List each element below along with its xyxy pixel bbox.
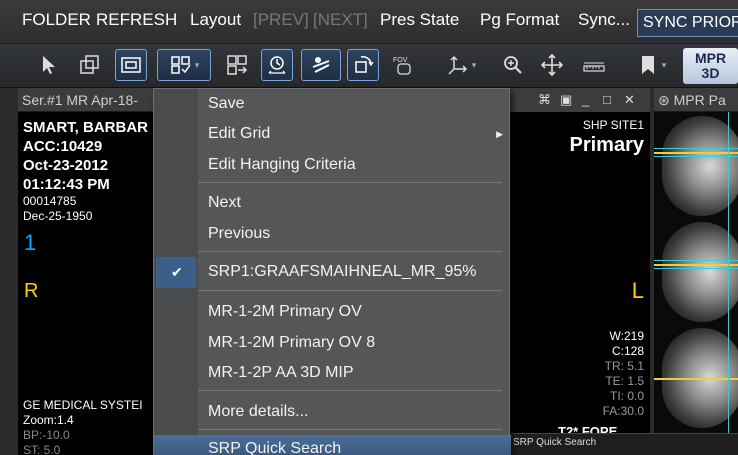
cine-icon[interactable] — [261, 49, 293, 81]
submenu-arrow-icon: ▶ — [496, 129, 503, 139]
check-icon: ✔ — [171, 264, 183, 280]
viewport-right-title: ⊛ MPR Pa — [654, 88, 738, 112]
reference-line[interactable] — [654, 378, 738, 380]
menu-item-next[interactable]: Next — [154, 189, 511, 219]
patient-dob: Dec-25-1950 — [23, 209, 93, 223]
orientation-marker-right: R — [24, 280, 39, 302]
ti-value: TI: 0.0 — [609, 389, 644, 403]
fov-label: FOV — [393, 57, 408, 64]
patient-name: SMART, BARBAR — [23, 119, 148, 136]
menu-item-more-details[interactable]: More details... — [154, 398, 511, 428]
menu-separator — [198, 429, 502, 430]
viewport-left-title: Ser.#1 MR Apr-18- — [18, 88, 158, 112]
menu-refresh[interactable]: REFRESH — [96, 10, 177, 30]
scan-parameters: W:219 C:128 TR: 5.1 TE: 1.5 TI: 0.0 FA:3… — [603, 329, 644, 419]
menu-separator — [198, 390, 502, 391]
ruler-icon[interactable] — [578, 49, 610, 81]
menu-pres-state[interactable]: Pres State — [380, 10, 459, 30]
sync-icon[interactable]: ⌘ — [538, 92, 551, 108]
3d-label: 3D — [701, 65, 720, 81]
axis-icon[interactable]: ▾ — [437, 49, 485, 81]
tr-value: TR: 5.1 — [604, 359, 644, 373]
te-value: TE: 1.5 — [605, 374, 644, 388]
mpr-viewport-icon: ⊛ — [658, 92, 670, 108]
primary-label: Primary — [569, 134, 645, 156]
minimize-icon[interactable]: _ — [582, 92, 589, 107]
mpr-image-sagittal — [662, 116, 738, 216]
menu-separator — [198, 290, 502, 291]
st-value: ST: 5.0 — [23, 443, 61, 455]
menu-item-srp1[interactable]: ✔ SRP1:GRAAFSMAIHNEAL_MR_95% — [154, 258, 511, 288]
sync-prior-button[interactable]: SYNC PRIOR — [637, 9, 738, 37]
crosshair-vertical-line[interactable] — [728, 112, 729, 455]
menu-item-save[interactable]: Save — [154, 90, 511, 120]
mpr-viewport-title: MPR Pa — [673, 92, 726, 108]
menu-item-mr-1-2m-primary-ov[interactable]: MR-1-2M Primary OV — [154, 298, 511, 328]
menu-item-previous[interactable]: Previous — [154, 220, 511, 250]
chevron-down-icon: ▾ — [661, 59, 667, 70]
window-center: C:128 — [611, 344, 644, 358]
viewport-left-footer: GE MEDICAL SYSTEI Zoom:1.4 BP:-10.0 ST: … — [23, 398, 143, 455]
crosshair-line[interactable] — [654, 156, 738, 157]
menu-folder[interactable]: FOLDER — [22, 10, 91, 30]
patient-orientation-icon[interactable] — [301, 49, 341, 81]
menu-prev[interactable]: [PREV] — [253, 10, 309, 30]
single-viewport-icon[interactable] — [115, 49, 147, 81]
window-level-icon[interactable] — [73, 49, 105, 81]
zoom-level: Zoom:1.4 — [23, 413, 74, 427]
quick-search-bar[interactable]: SRP Quick Search — [510, 433, 738, 455]
menu-separator — [198, 182, 502, 183]
chevron-down-icon: ▾ — [471, 59, 477, 70]
menu-next[interactable]: [NEXT] — [313, 10, 368, 30]
menu-item-edit-hanging-criteria[interactable]: Edit Hanging Criteria — [154, 151, 511, 181]
viewport-center-title: ⌘ ▣ _ □ ✕ — [508, 88, 650, 112]
patient-info: SMART, BARBAR ACC:10429 Oct-23-2012 01:1… — [23, 118, 148, 224]
viewport-right-mpr[interactable] — [654, 112, 738, 455]
study-date: Oct-23-2012 — [23, 157, 109, 174]
layout-icon[interactable]: ▣ — [560, 92, 572, 108]
menu-item-mr-1-2m-primary-ov-8[interactable]: MR-1-2M Primary OV 8 — [154, 329, 511, 359]
maximize-icon[interactable]: □ — [603, 92, 611, 107]
reference-line[interactable] — [654, 264, 738, 266]
menu-bar: FOLDER REFRESH Layout [PREV] [NEXT] Pres… — [0, 0, 738, 44]
pointer-icon[interactable] — [33, 49, 65, 81]
reference-line[interactable] — [654, 152, 738, 154]
layout-context-menu: Save Edit Grid ▶ Edit Hanging Criteria N… — [153, 88, 511, 455]
pan-icon[interactable] — [536, 49, 568, 81]
accession-number: ACC:10429 — [23, 138, 103, 155]
bp-value: BP:-10.0 — [23, 428, 70, 442]
close-icon[interactable]: ✕ — [624, 92, 635, 108]
viewport-left[interactable]: SMART, BARBAR ACC:10429 Oct-23-2012 01:1… — [18, 112, 158, 455]
menu-layout[interactable]: Layout — [190, 10, 241, 30]
image-number: 1 — [24, 230, 37, 255]
crosshair-line[interactable] — [654, 268, 738, 269]
site-label: SHP SITE1 — [582, 118, 644, 132]
zoom-icon[interactable] — [497, 49, 529, 81]
fov-icon[interactable]: FOV — [387, 49, 419, 81]
crosshair-line[interactable] — [654, 260, 738, 261]
compare-icon[interactable] — [221, 49, 253, 81]
orientation-marker-left: L — [631, 278, 644, 303]
toolbar: ▾ FOV ▾ ▾ MPR 3D — [0, 44, 738, 88]
mpr-label: MPR — [694, 50, 727, 66]
menu-pg-format[interactable]: Pg Format — [480, 10, 559, 30]
study-time: 01:12:43 PM — [23, 176, 110, 193]
crosshair-line[interactable] — [654, 148, 738, 149]
viewport-center[interactable]: SHP SITE1 Primary L W:219 C:128 TR: 5.1 … — [508, 112, 650, 455]
fa-value: FA:30.0 — [602, 404, 644, 418]
grid-layout-icon[interactable]: ▾ — [157, 49, 211, 81]
menu-separator — [198, 251, 502, 252]
menu-item-mr-1-2p-aa-3d-mip[interactable]: MR-1-2P AA 3D MIP — [154, 359, 511, 389]
mpr-image-coronal — [662, 222, 738, 322]
menu-item-edit-grid[interactable]: Edit Grid ▶ — [154, 120, 511, 150]
window-width: W:219 — [609, 329, 644, 343]
rotate-icon[interactable] — [347, 49, 379, 81]
patient-id: 00014785 — [23, 194, 77, 208]
menu-item-srp-quick-search[interactable]: SRP Quick Search — [154, 435, 511, 455]
mpr-3d-button[interactable]: MPR 3D — [683, 48, 738, 84]
menu-sync[interactable]: Sync... — [578, 10, 630, 30]
chevron-down-icon: ▾ — [194, 59, 200, 70]
manufacturer: GE MEDICAL SYSTEI — [23, 398, 143, 412]
bookmark-icon[interactable]: ▾ — [626, 49, 676, 81]
